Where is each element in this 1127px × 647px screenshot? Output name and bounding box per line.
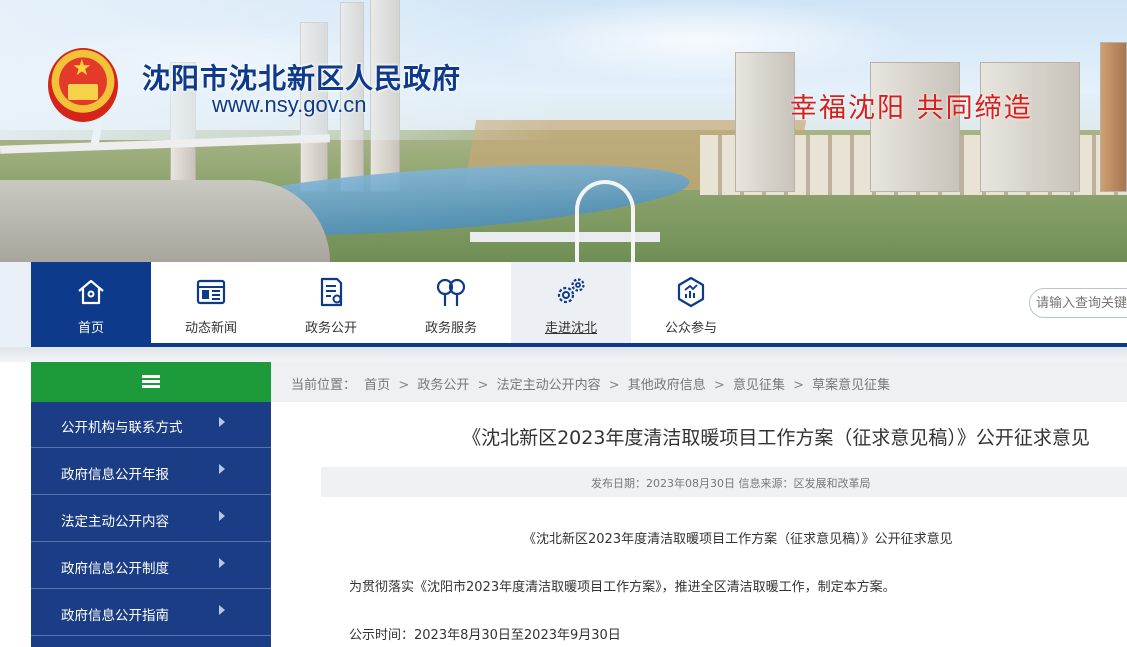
site-title[interactable]: 沈阳市沈北新区人民政府 (142, 57, 461, 97)
nav-item-gov-affairs[interactable]: 政务公开 (271, 262, 391, 344)
banner-building (1100, 42, 1127, 192)
sidebar-item-annual-report[interactable]: 政府信息公开年报 (31, 449, 271, 495)
sidebar-item-label: 政府信息公开制度 (61, 561, 169, 577)
nav-label: 走进沈北 (544, 321, 597, 336)
sidebar-item-guide[interactable]: 政府信息公开指南 (31, 590, 271, 636)
nav-label: 政务公开 (304, 321, 357, 336)
search-box (1029, 288, 1127, 318)
banner-plaza (0, 180, 330, 262)
header-banner: ★ 沈阳市沈北新区人民政府 www.nsy.gov.cn 幸福沈阳 共同缔造 (0, 0, 1127, 262)
article-meta: 发布日期：2023年08月30日 信息来源：区发展和改革局 (321, 467, 1127, 497)
main-nav: 首页 动态新闻 政务公开 政务服务 走进沈北 公众参与 (0, 262, 1127, 347)
banner-building (735, 52, 795, 192)
nav-label: 公众参与 (664, 321, 717, 336)
gears-icon (557, 278, 585, 304)
breadcrumb-separator: > (608, 378, 620, 393)
chevron-right-icon (219, 417, 225, 427)
banner-building (870, 62, 960, 192)
menu-icon (142, 375, 160, 389)
document-icon (320, 277, 343, 307)
chart-icon (677, 276, 705, 308)
breadcrumb-separator: > (477, 378, 489, 393)
slogan: 幸福沈阳 共同缔造 (790, 93, 1033, 124)
article-title: 《沈北新区2023年度清洁取暖项目工作方案（征求意见稿）》公开征求意见 (462, 427, 1090, 449)
service-icon (436, 278, 466, 306)
breadcrumb-link[interactable]: 草案意见征集 (812, 378, 890, 393)
news-icon (196, 279, 226, 305)
home-icon (78, 279, 104, 305)
sidebar-item-label: 法定主动公开内容 (61, 514, 169, 530)
breadcrumb-link[interactable]: 其他政府信息 (628, 378, 706, 393)
breadcrumb-link[interactable]: 意见征集 (733, 378, 785, 393)
nav-item-participation[interactable]: 公众参与 (631, 262, 751, 344)
sidebar-item-statutory[interactable]: 法定主动公开内容 (31, 496, 271, 542)
sidebar-item-contact[interactable]: 公开机构与联系方式 (31, 402, 271, 448)
banner-building (980, 62, 1080, 192)
nav-item-news[interactable]: 动态新闻 (151, 262, 271, 344)
nav-shadow (0, 347, 1127, 362)
breadcrumb-separator: > (398, 378, 410, 393)
nav-label: 政务服务 (424, 321, 477, 336)
breadcrumb-separator: > (793, 378, 805, 393)
breadcrumb-link[interactable]: 法定主动公开内容 (497, 378, 601, 393)
sidebar-header[interactable] (31, 362, 271, 402)
article-meta-text: 发布日期：2023年08月30日 信息来源：区发展和改革局 (591, 477, 871, 490)
breadcrumb-link[interactable]: 政务公开 (417, 378, 469, 393)
nav-label: 首页 (77, 321, 104, 336)
chevron-right-icon (219, 605, 225, 615)
search-input[interactable] (1030, 289, 1127, 317)
breadcrumb-link[interactable]: 首页 (364, 378, 390, 393)
breadcrumb-prefix: 当前位置： (291, 378, 357, 393)
sidebar-item-label: 公开机构与联系方式 (61, 420, 183, 436)
nav-item-home[interactable]: 首页 (31, 262, 151, 344)
sidebar: 公开机构与联系方式 政府信息公开年报 法定主动公开内容 政府信息公开制度 政府信… (31, 362, 271, 647)
chevron-right-icon (219, 558, 225, 568)
article-paragraph: 公示时间：2023年8月30日至2023年9月30日 (349, 628, 621, 643)
sidebar-item-system[interactable]: 政府信息公开制度 (31, 543, 271, 589)
breadcrumb-separator: > (713, 378, 725, 393)
nav-item-about[interactable]: 走进沈北 (511, 262, 631, 344)
banner-bridge-arc (575, 180, 635, 262)
sidebar-item-label: 政府信息公开指南 (61, 608, 169, 624)
site-url[interactable]: www.nsy.gov.cn (212, 92, 366, 118)
nav-item-gov-service[interactable]: 政务服务 (391, 262, 511, 344)
breadcrumb: 当前位置： 首页 > 政务公开 > 法定主动公开内容 > 其他政府信息 > 意见… (271, 362, 1127, 402)
nav-label: 动态新闻 (184, 321, 237, 336)
article-paragraph: 《沈北新区2023年度清洁取暖项目工作方案（征求意见稿）》公开征求意见 (523, 532, 953, 547)
sidebar-item-label: 政府信息公开年报 (61, 467, 169, 483)
chevron-right-icon (219, 511, 225, 521)
chevron-right-icon (219, 464, 225, 474)
national-emblem-icon: ★ (48, 48, 118, 122)
article-paragraph: 为贯彻落实《沈阳市2023年度清洁取暖项目工作方案》，推进全区清洁取暖工作，制定… (349, 580, 896, 595)
